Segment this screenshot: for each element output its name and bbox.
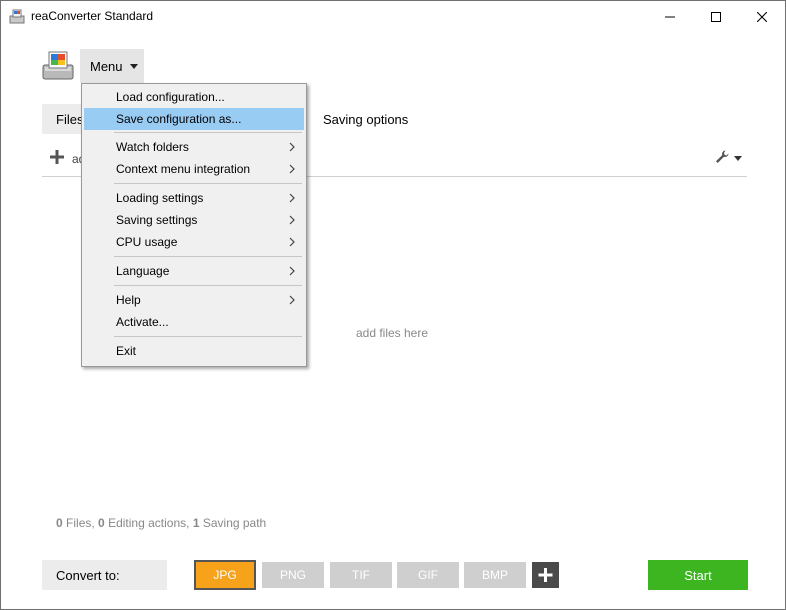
menu-item-label: Loading settings (116, 191, 204, 205)
menu-item-label: CPU usage (116, 235, 178, 249)
app-window: reaConverter Standard Menu Files Saving … (0, 0, 786, 610)
plus-icon[interactable] (50, 150, 64, 164)
status-summary: 0 Files, 0 Editing actions, 1 Saving pat… (56, 516, 266, 530)
menu-item-label: Context menu integration (116, 162, 251, 176)
app-icon (9, 9, 25, 24)
window-title: reaConverter Standard (31, 9, 154, 23)
chevron-right-icon (289, 266, 295, 276)
chevron-right-icon (289, 215, 295, 225)
convert-to-label: Convert to: (42, 560, 167, 590)
menu-item-label: Saving settings (116, 213, 198, 227)
minimize-button[interactable] (647, 1, 693, 32)
paths-label: Saving path (202, 516, 267, 530)
chevron-right-icon (289, 295, 295, 305)
printer-logo-icon (42, 51, 74, 80)
format-gif-button[interactable]: GIF (397, 562, 459, 588)
menu-item-label: Exit (116, 344, 137, 358)
menu-dropdown: Load configuration... Save configuration… (81, 83, 307, 367)
files-count: 0 (56, 516, 63, 530)
paths-count: 1 (192, 516, 200, 530)
menu-item-label: Watch folders (116, 140, 189, 154)
chevron-right-icon (289, 237, 295, 247)
menu-item-cpu-usage[interactable]: CPU usage (84, 231, 304, 253)
menu-separator (114, 285, 302, 286)
menu-item-watch-folders[interactable]: Watch folders (84, 136, 304, 158)
chevron-right-icon (289, 164, 295, 174)
format-bmp-button[interactable]: BMP (464, 562, 526, 588)
menu-separator (114, 336, 302, 337)
menu-item-context-menu-integration[interactable]: Context menu integration (84, 158, 304, 180)
tab-saving-options[interactable]: Saving options (323, 104, 408, 134)
add-format-button[interactable] (532, 562, 559, 588)
plus-icon (538, 568, 553, 582)
format-png-button[interactable]: PNG (262, 562, 324, 588)
menu-separator (114, 256, 302, 257)
title-bar: reaConverter Standard (1, 1, 785, 32)
menu-item-saving-settings[interactable]: Saving settings (84, 209, 304, 231)
maximize-button[interactable] (693, 1, 739, 32)
minimize-icon (665, 16, 675, 17)
maximize-icon (711, 11, 721, 22)
chevron-right-icon (289, 142, 295, 152)
format-jpg-button[interactable]: JPG (194, 560, 256, 590)
menu-separator (114, 183, 302, 184)
start-button[interactable]: Start (648, 560, 748, 590)
menu-item-label: Language (116, 264, 170, 278)
close-button[interactable] (739, 1, 785, 32)
menu-item-label: Load configuration... (116, 90, 225, 104)
tab-files[interactable]: Files (42, 104, 83, 134)
menu-button-label: Menu (90, 59, 123, 74)
close-icon (757, 11, 767, 22)
chevron-right-icon (289, 193, 295, 203)
menu-item-language[interactable]: Language (84, 260, 304, 282)
wrench-icon[interactable] (714, 149, 730, 165)
menu-item-loading-settings[interactable]: Loading settings (84, 187, 304, 209)
actions-count: 0 (98, 516, 105, 530)
menu-item-load-configuration[interactable]: Load configuration... (84, 86, 304, 108)
menu-item-save-configuration[interactable]: Save configuration as... (84, 108, 304, 130)
chevron-down-icon (130, 64, 138, 69)
files-label: Files, (66, 516, 95, 530)
chevron-down-icon[interactable] (734, 156, 742, 161)
menu-item-exit[interactable]: Exit (84, 340, 304, 362)
menu-separator (114, 132, 302, 133)
menu-item-label: Activate... (116, 315, 169, 329)
menu-item-activate[interactable]: Activate... (84, 311, 304, 333)
actions-label: Editing actions, (108, 516, 190, 530)
menu-item-label: Help (116, 293, 141, 307)
menu-item-label: Save configuration as... (116, 112, 242, 126)
menu-item-help[interactable]: Help (84, 289, 304, 311)
format-tif-button[interactable]: TIF (330, 562, 392, 588)
menu-button[interactable]: Menu (80, 49, 144, 83)
